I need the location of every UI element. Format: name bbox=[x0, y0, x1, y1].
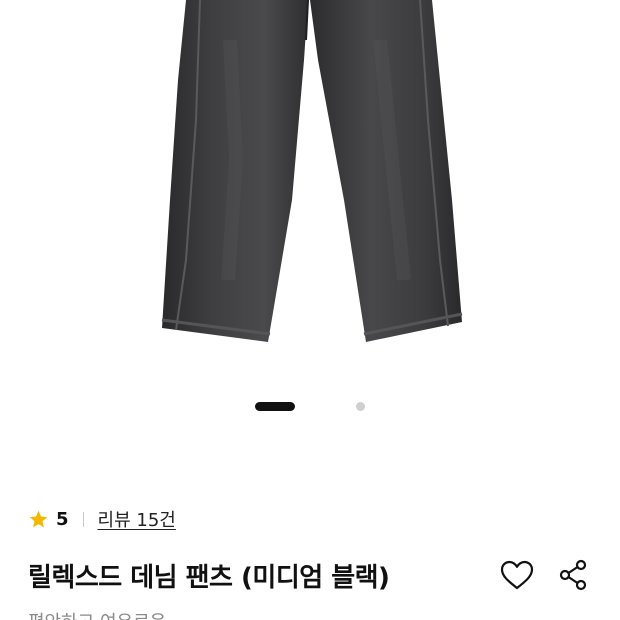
divider bbox=[82, 511, 84, 527]
rating-row: 5 리뷰 15건 bbox=[28, 505, 176, 533]
product-photo bbox=[161, 0, 463, 342]
carousel-dot-active[interactable] bbox=[255, 402, 295, 411]
carousel-indicator[interactable] bbox=[0, 402, 620, 411]
wishlist-button[interactable] bbox=[498, 556, 536, 594]
product-subtitle: 편안하고 여유로운 bbox=[28, 608, 166, 620]
product-image[interactable] bbox=[0, 0, 620, 392]
review-count-link[interactable]: 리뷰 15건 bbox=[98, 506, 176, 532]
share-button[interactable] bbox=[554, 556, 592, 594]
star-icon bbox=[29, 510, 48, 527]
carousel-dot[interactable] bbox=[356, 402, 365, 411]
heart-icon bbox=[500, 560, 534, 590]
product-title: 릴렉스드 데님 팬츠 (미디엄 블랙) bbox=[28, 562, 390, 593]
title-row: 릴렉스드 데님 팬츠 (미디엄 블랙) bbox=[28, 553, 592, 597]
rating-value: 5 bbox=[56, 508, 69, 530]
share-icon bbox=[559, 559, 587, 591]
